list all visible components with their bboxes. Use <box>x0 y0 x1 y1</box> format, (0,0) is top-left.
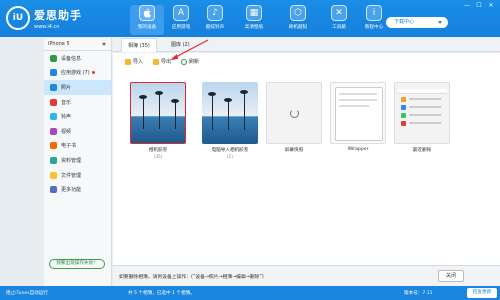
nav-wallpapers[interactable]: ▦ 高清壁纸 <box>237 5 271 35</box>
nav-apps[interactable]: A 应用游戏 <box>164 5 198 35</box>
sidebar-item-device-info[interactable]: 设备信息 <box>44 51 111 66</box>
app-name: 爱思助手 <box>34 8 82 22</box>
maximize-icon[interactable]: ☐ <box>474 2 484 9</box>
sidebar-item-music[interactable]: 音乐 <box>44 95 111 110</box>
selection-status: 共 5 个相簿，已选中 1 个相簿。 <box>128 291 195 296</box>
check-update-button[interactable]: 检查更新 <box>467 288 497 298</box>
box-icon: ⬡ <box>290 5 306 21</box>
import-button[interactable]: 导入 <box>125 58 143 65</box>
help-link[interactable]: 频繁出现操作失败？ <box>49 259 105 269</box>
app-logo: iU 爱思助手 www.i4.cn <box>6 6 82 30</box>
sidebar-item-file-management[interactable]: 文件管理 <box>44 168 111 183</box>
sidebar-item-label: 更多功能 <box>61 187 82 194</box>
import-label: 导入 <box>133 59 144 65</box>
album-count: (35) <box>153 154 163 159</box>
bell-icon <box>50 113 57 121</box>
album-grid: 相机胶卷 (35) 电脑导入相机胶卷 (2) 屏幕快照 IWrapper 最近删… <box>113 70 500 265</box>
nav-label: 工具箱 <box>332 25 346 30</box>
left-margin <box>0 37 44 286</box>
nav-label: 我的设备 <box>137 25 157 30</box>
device-info-icon <box>50 54 57 62</box>
album-item[interactable]: 最近删除 <box>389 78 455 153</box>
download-center-button[interactable]: 下载中心 <box>386 17 448 28</box>
sidebar-item-label: 文件管理 <box>61 172 82 179</box>
sidebar-item-photos[interactable]: 照片 <box>44 80 111 95</box>
delete-hint: 如要删除相簿，请到设备上操作：(“设备→照片→相簿→编辑→删除”) <box>119 275 264 280</box>
nav-my-device[interactable]: 我的设备 <box>130 5 164 35</box>
sidebar-item-label: 音乐 <box>61 99 72 106</box>
sidebar-item-ringtones[interactable]: 铃声 <box>44 109 111 124</box>
version-label: 版本号：7.11 <box>404 291 433 296</box>
footer-bar: 如要删除相簿，请到设备上操作：(“设备→照片→相簿→编辑→删除”) 关闭 <box>113 265 500 286</box>
book-icon <box>50 142 57 150</box>
sidebar-item-apps[interactable]: 应用游戏 (7) <box>44 66 111 81</box>
more-icon <box>50 186 57 194</box>
info-icon: i <box>366 5 382 21</box>
album-item[interactable]: IWrapper <box>325 78 391 152</box>
sidebar-item-label: 应用游戏 (7) <box>61 70 90 77</box>
album-item[interactable]: 相机胶卷 (35) <box>125 78 191 159</box>
sidebar-item-label: 铃声 <box>61 114 72 121</box>
device-selector[interactable]: iPhone 5 <box>44 38 111 51</box>
album-name: 屏幕快照 <box>284 148 304 153</box>
tools-icon: ✕ <box>331 5 347 21</box>
album-thumbnail <box>394 82 450 144</box>
sidebar-item-label: 电子书 <box>61 143 77 150</box>
sidebar-item-video[interactable]: 视频 <box>44 124 111 139</box>
app-store-icon: A <box>173 5 189 21</box>
nav-toolbox[interactable]: ✕ 工具箱 <box>322 5 356 35</box>
logo-icon: iU <box>6 6 30 30</box>
bell-icon: ♪ <box>207 5 223 21</box>
album-name: 相机胶卷 <box>148 148 168 153</box>
close-icon[interactable]: ✕ <box>486 2 496 9</box>
album-thumbnail <box>330 82 386 144</box>
notification-dot <box>91 71 95 75</box>
apple-icon <box>139 5 155 21</box>
app-url: www.i4.cn <box>34 23 60 30</box>
image-icon: ▦ <box>246 5 262 21</box>
album-thumbnail <box>202 82 258 144</box>
album-item[interactable]: 电脑导入相机胶卷 (2) <box>197 78 263 159</box>
sidebar-item-label: 设备信息 <box>61 55 82 62</box>
nav-label: 高清壁纸 <box>244 25 264 30</box>
nav-label: 酷炫铃声 <box>205 25 225 30</box>
music-icon <box>50 98 57 106</box>
folder-icon <box>50 171 57 179</box>
sidebar-item-label: 资料管理 <box>61 157 82 164</box>
sidebar-item-more[interactable]: 更多功能 <box>44 182 111 197</box>
data-icon <box>50 156 57 164</box>
apps-icon <box>50 69 57 77</box>
album-name: 电脑导入相机胶卷 <box>211 148 249 153</box>
nav-ringtones[interactable]: ♪ 酷炫铃声 <box>198 5 232 35</box>
sidebar-item-label: 照片 <box>61 84 72 91</box>
nav-label: 刷机越狱 <box>288 25 308 30</box>
photos-icon <box>50 83 57 91</box>
sidebar-item-ebooks[interactable]: 电子书 <box>44 139 111 154</box>
nav-flash-jailbreak[interactable]: ⬡ 刷机越狱 <box>281 5 315 35</box>
album-name: IWrapper <box>347 147 369 152</box>
close-button[interactable]: 关闭 <box>438 270 464 282</box>
itunes-toggle[interactable]: 阻止iTunes自动运行 <box>6 290 48 296</box>
album-item[interactable]: 屏幕快照 <box>261 78 327 153</box>
album-count: (2) <box>227 154 233 159</box>
album-thumbnail <box>266 82 322 144</box>
video-icon <box>50 127 57 135</box>
album-thumbnail <box>130 82 186 144</box>
sidebar-item-label: 视频 <box>61 128 72 135</box>
status-bar: 阻止iTunes自动运行 共 5 个相簿，已选中 1 个相簿。 版本号：7.11… <box>0 286 500 300</box>
minimize-icon[interactable]: — <box>462 2 472 9</box>
nav-label: 应用游戏 <box>171 25 191 30</box>
import-icon <box>125 58 131 65</box>
annotation-arrow <box>170 39 209 60</box>
sidebar-item-data-management[interactable]: 资料管理 <box>44 153 111 168</box>
loading-icon <box>290 109 299 118</box>
album-name: 最近删除 <box>412 148 432 153</box>
sidebar: iPhone 5 设备信息 应用游戏 (7) 照片 音乐 铃声 视频 电子书 资… <box>44 38 112 286</box>
top-navigation-bar: iU 爱思助手 www.i4.cn 我的设备 A 应用游戏 ♪ 酷炫铃声 ▦ 高… <box>0 0 500 37</box>
